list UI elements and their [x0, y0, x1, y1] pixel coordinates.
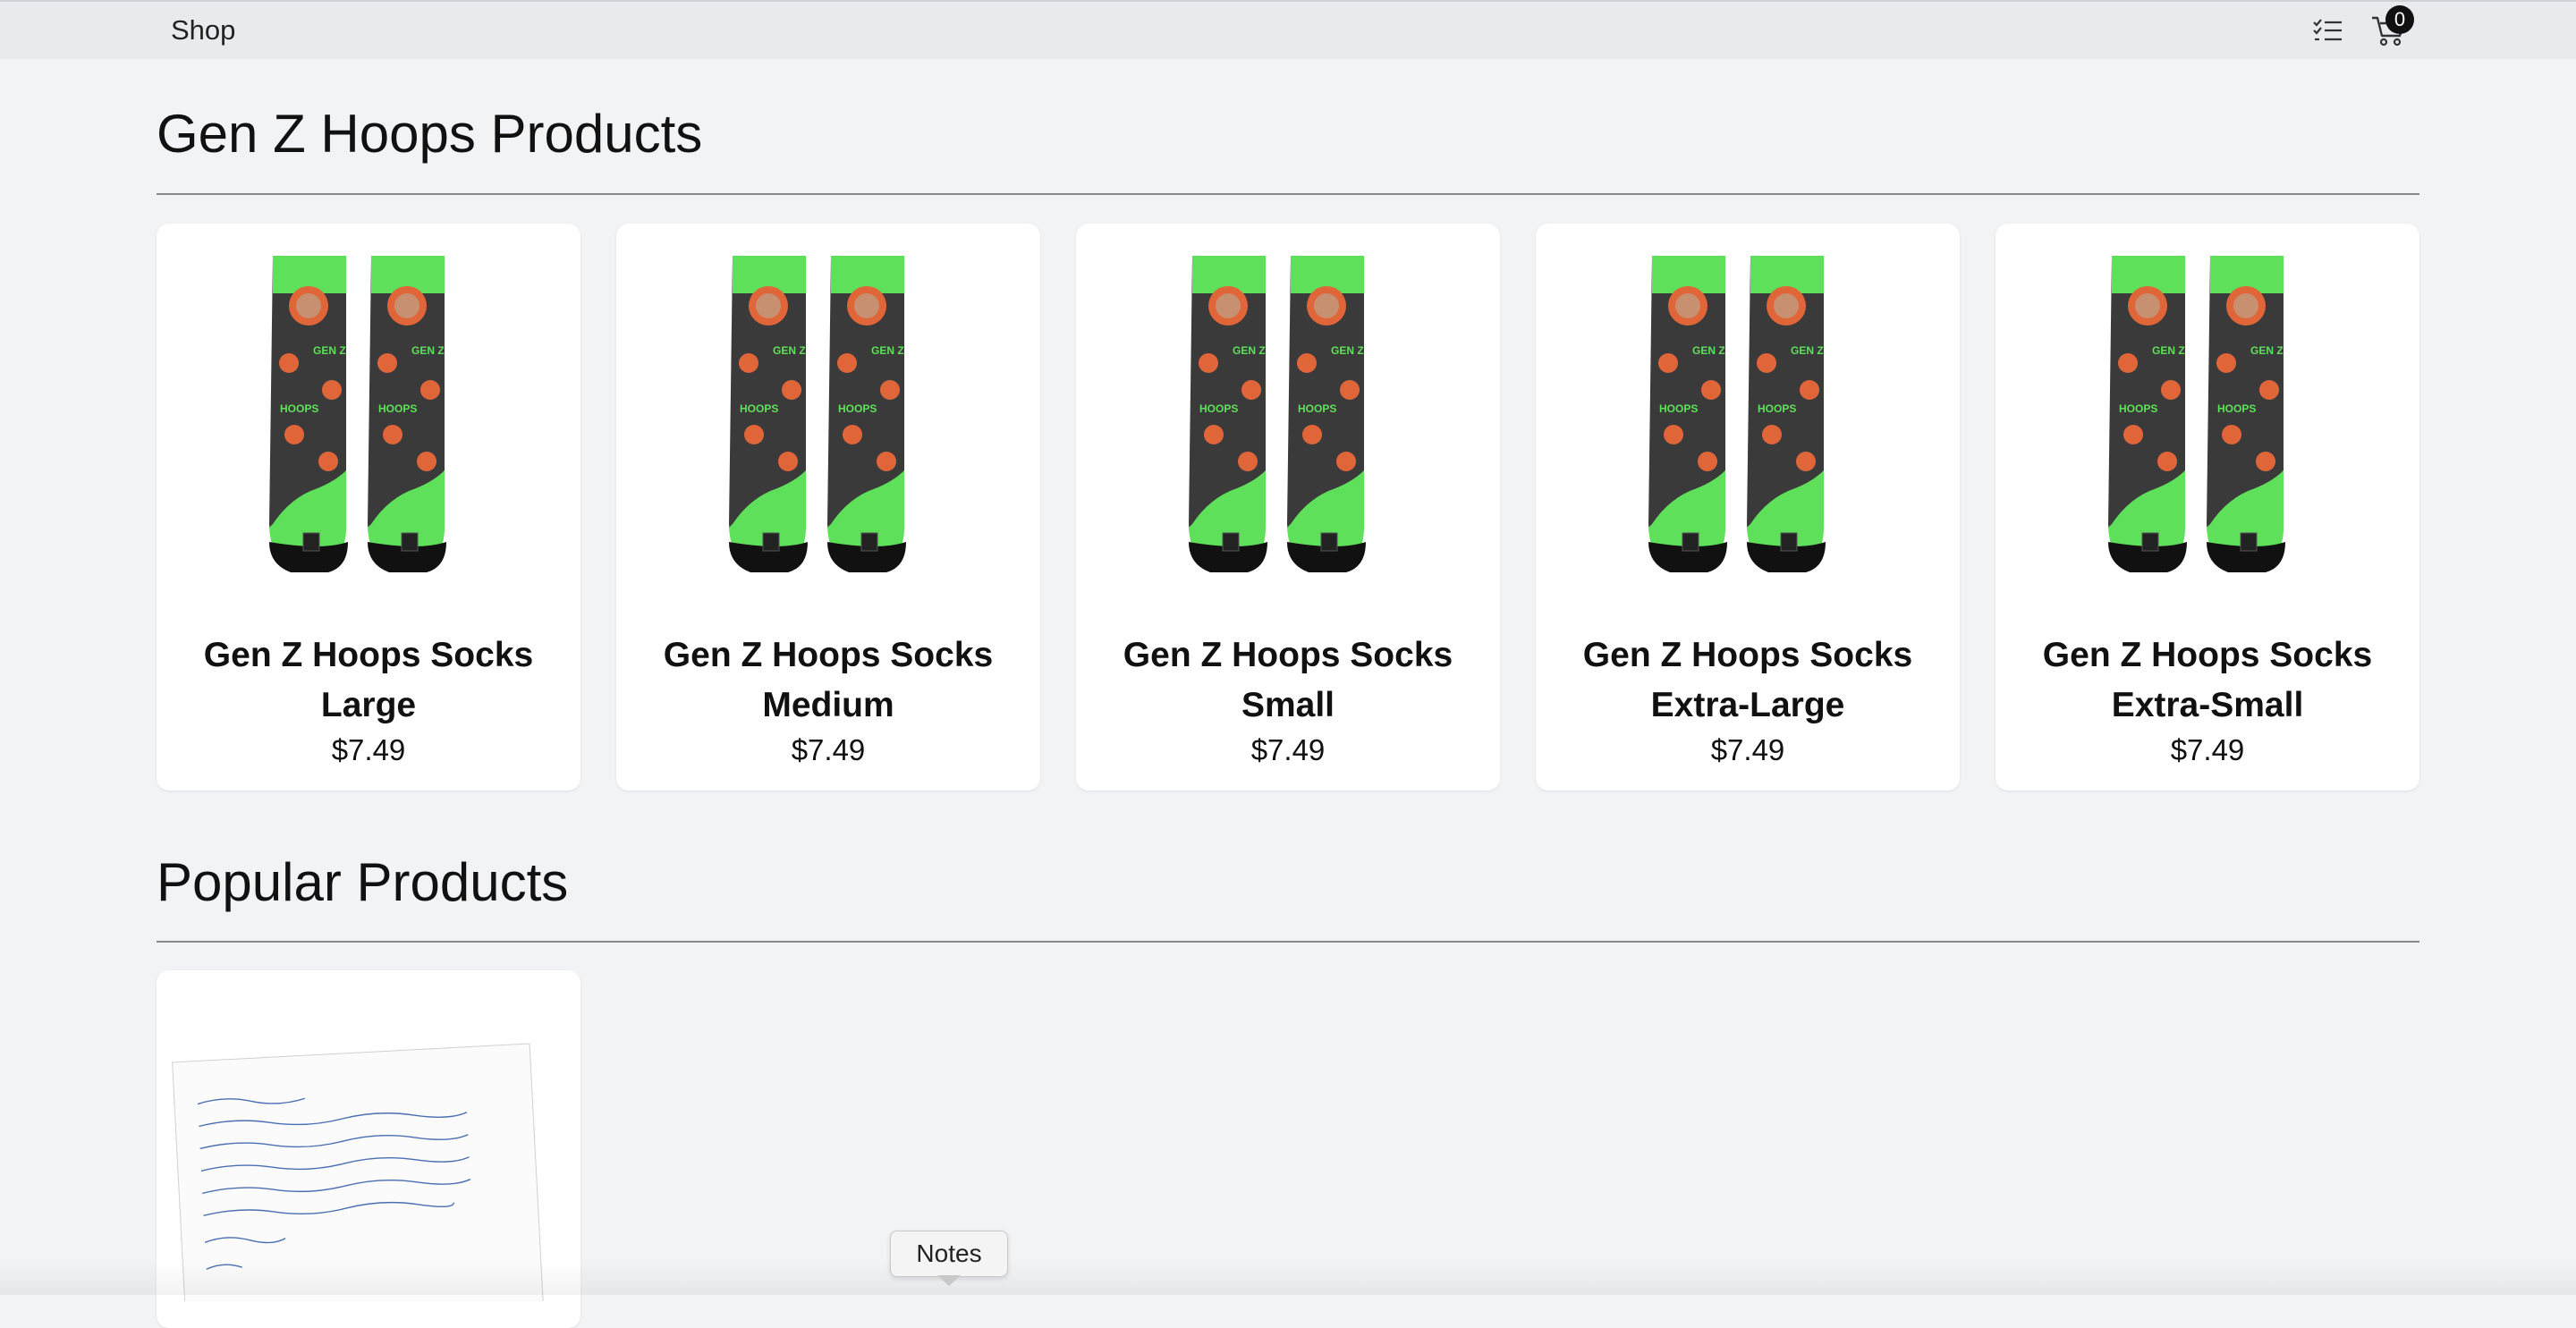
top-nav-bar: Shop 0: [0, 0, 2576, 59]
product-name: Gen Z Hoops Socks Small: [1123, 636, 1453, 724]
product-card[interactable]: Gen Z Hoops Socks Extra-Small $7.49: [1996, 224, 2419, 791]
product-name: Gen Z Hoops Socks Extra-Large: [1582, 636, 1913, 724]
product-card[interactable]: Gen Z Hoops Socks Large $7.49: [157, 224, 580, 791]
product-card[interactable]: Gen Z Hoops Socks Small $7.49: [1076, 224, 1500, 791]
product-card[interactable]: Gen Z Hoops Socks Medium $7.49: [616, 224, 1040, 791]
gen-z-section-title: Gen Z Hoops Products: [157, 104, 703, 164]
tooltip-arrow: [937, 1275, 961, 1286]
section-divider: [157, 941, 2419, 943]
product-price: $7.49: [1250, 733, 1326, 766]
product-name: Gen Z Hoops Socks Large: [203, 636, 534, 724]
notes-tooltip: Notes: [890, 1231, 1008, 1277]
checklist-icon[interactable]: [2311, 14, 2343, 47]
shop-brand-link[interactable]: Shop: [171, 14, 235, 47]
product-name: Gen Z Hoops Socks Extra-Small: [2042, 636, 2373, 724]
product-price: $7.49: [1710, 733, 1785, 766]
product-price: $7.49: [331, 733, 406, 766]
section-divider: [157, 193, 2419, 195]
popular-section-title: Popular Products: [157, 852, 569, 912]
product-name: Gen Z Hoops Socks Medium: [663, 636, 994, 724]
cart-count-badge: 0: [2385, 5, 2414, 34]
product-price: $7.49: [791, 733, 866, 766]
product-price: $7.49: [2170, 733, 2245, 766]
product-card[interactable]: Gen Z Hoops Socks Extra-Large $7.49: [1536, 224, 1960, 791]
dock-area: [0, 1261, 2576, 1295]
